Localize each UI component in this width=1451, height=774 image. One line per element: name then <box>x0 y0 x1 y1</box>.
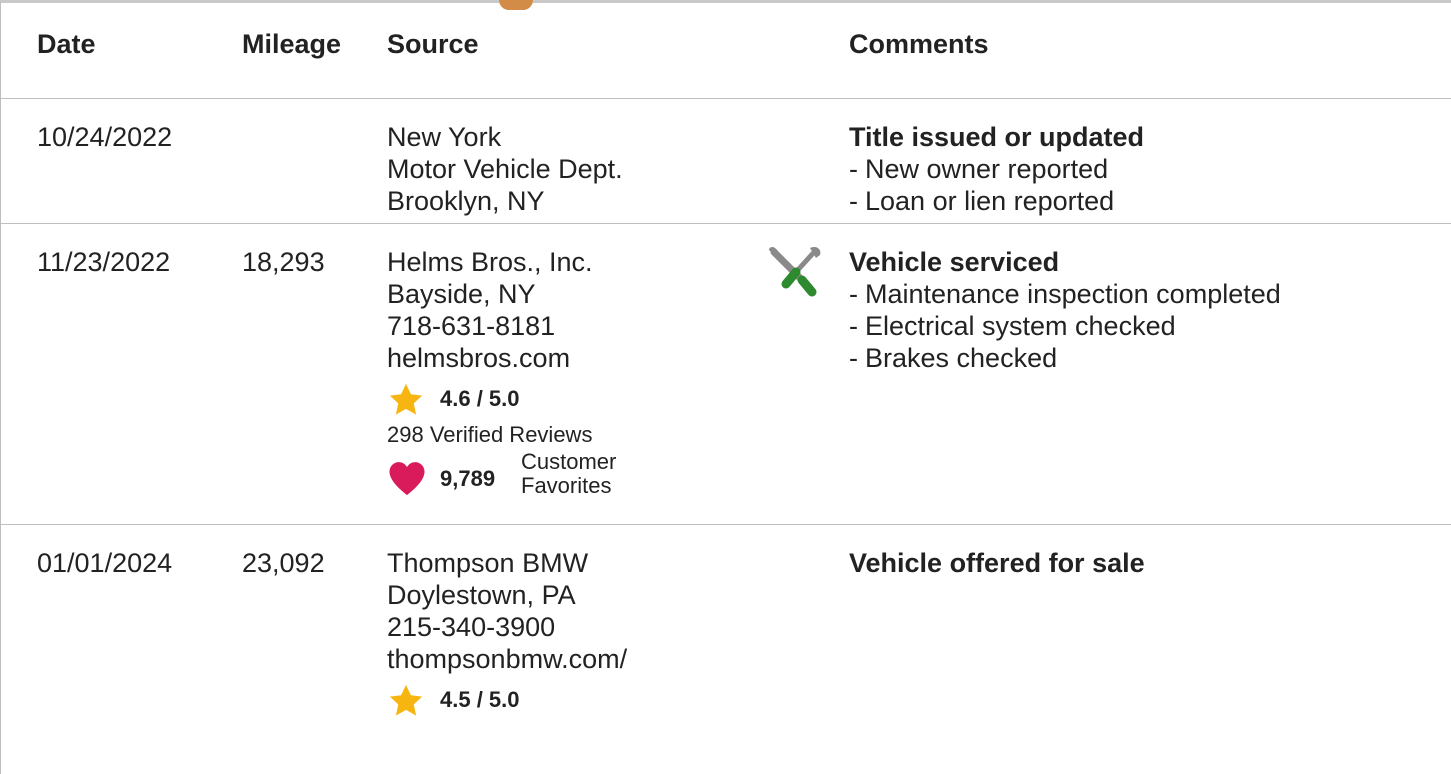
record-comments: Vehicle offered for sale <box>849 547 1439 579</box>
comment-title: Vehicle serviced <box>849 247 1060 277</box>
table-header-row: Date Mileage Source Comments <box>1 3 1451 99</box>
rating-value: 4.5 / 5.0 <box>440 687 520 712</box>
table-row: 10/24/2022 New York Motor Vehicle Dept. … <box>1 99 1451 224</box>
heart-icon <box>389 462 425 496</box>
column-header-date: Date <box>37 29 96 59</box>
star-icon <box>389 383 423 415</box>
source-name: Helms Bros., Inc. <box>387 247 593 277</box>
favorites-count: 9,789 <box>440 466 496 491</box>
favorites-label: Customer Favorites <box>521 449 617 498</box>
column-header-comments: Comments <box>849 29 989 59</box>
vehicle-history-table: Date Mileage Source Comments 10/24/2022 … <box>1 3 1451 773</box>
source-website-link[interactable]: helmsbros.com <box>387 342 757 374</box>
dealer-rating[interactable]: 4.6 / 5.0 <box>387 380 757 420</box>
source-location: Doylestown, PA <box>387 580 576 610</box>
source-phone[interactable]: 718-631-8181 <box>387 310 757 342</box>
record-mileage: 18,293 <box>242 247 325 277</box>
source-website-link[interactable]: thompsonbmw.com/ <box>387 643 757 675</box>
record-source: Thompson BMW Doylestown, PA 215-340-3900… <box>387 547 757 721</box>
comment-title: Title issued or updated <box>849 122 1145 152</box>
record-source: New York Motor Vehicle Dept. Brooklyn, N… <box>387 121 757 217</box>
source-phone[interactable]: 215-340-3900 <box>387 611 757 643</box>
comment-item: - Loan or lien reported <box>849 186 1115 216</box>
star-icon <box>389 684 423 716</box>
vehicle-history-frame: Date Mileage Source Comments 10/24/2022 … <box>0 0 1451 774</box>
verified-reviews-link[interactable]: 298 Verified Reviews <box>387 422 757 448</box>
source-name: New York <box>387 122 502 152</box>
customer-favorites: 9,789 Customer Favorites <box>387 450 757 506</box>
comment-item: - Brakes checked <box>849 343 1058 373</box>
comment-item: - Maintenance inspection completed <box>849 279 1281 309</box>
rating-value: 4.6 / 5.0 <box>440 386 520 411</box>
table-row: 11/23/2022 18,293 Helms Bros., Inc. Bays… <box>1 224 1451 525</box>
comment-item: - New owner reported <box>849 154 1109 184</box>
record-date: 11/23/2022 <box>37 247 171 277</box>
source-location: Bayside, NY <box>387 279 536 309</box>
record-date: 10/24/2022 <box>37 122 173 152</box>
record-mileage: 23,092 <box>242 548 325 578</box>
record-date: 01/01/2024 <box>37 548 173 578</box>
column-header-source: Source <box>387 29 479 59</box>
source-name: Thompson BMW <box>387 548 589 578</box>
service-wrench-screwdriver-icon <box>769 246 821 297</box>
source-location: Brooklyn, NY <box>387 186 545 216</box>
dealer-rating[interactable]: 4.5 / 5.0 <box>387 681 757 721</box>
record-source: Helms Bros., Inc. Bayside, NY 718-631-81… <box>387 246 757 506</box>
record-comments: Title issued or updated - New owner repor… <box>849 121 1439 217</box>
column-header-mileage: Mileage <box>242 29 342 59</box>
table-row: 01/01/2024 23,092 Thompson BMW Doylestow… <box>1 525 1451 773</box>
source-detail: Motor Vehicle Dept. <box>387 154 623 184</box>
comment-item: - Electrical system checked <box>849 311 1176 341</box>
comment-title: Vehicle offered for sale <box>849 548 1145 578</box>
record-comments: Vehicle serviced - Maintenance inspection… <box>849 246 1439 374</box>
